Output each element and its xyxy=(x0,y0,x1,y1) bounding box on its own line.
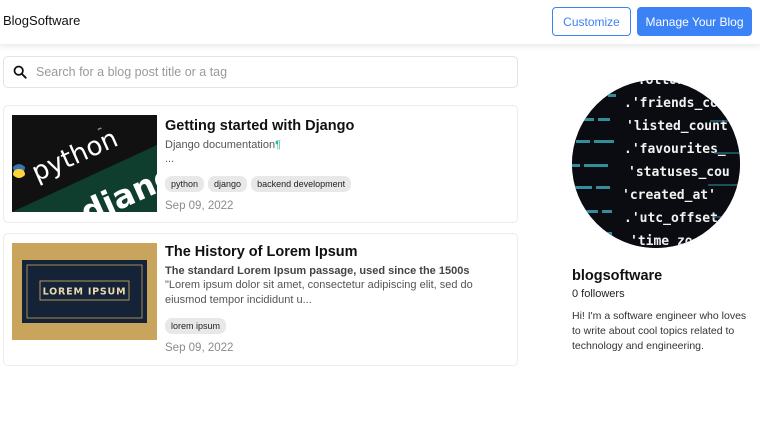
post-excerpt: "Lorem ipsum dolor sit amet, consectetur… xyxy=(165,279,473,306)
post-thumbnail-lorem[interactable]: LOREM IPSUM xyxy=(12,243,157,340)
post-thumbnail-django[interactable]: python ™ django xyxy=(12,115,157,212)
python-logo-icon xyxy=(13,164,25,178)
profile-avatar: 'followers_ .'friends_cou 'listed_count … xyxy=(572,80,740,248)
svg-text:LOREM IPSUM: LOREM IPSUM xyxy=(43,287,127,298)
customize-button[interactable]: Customize xyxy=(552,7,631,36)
tag-chip[interactable]: backend development xyxy=(251,176,352,192)
tag-list: lorem ipsum xyxy=(165,318,505,334)
profile-info: blogsoftware 0 followers Hi! I'm a softw… xyxy=(572,268,752,354)
profile-bio: Hi! I'm a software engineer who loves to… xyxy=(572,310,747,352)
search-input[interactable] xyxy=(36,65,496,79)
post-date: Sep 09, 2022 xyxy=(165,342,234,354)
pilcrow-mark: ¶ xyxy=(275,139,281,151)
post-title[interactable]: Getting started with Django xyxy=(165,117,505,135)
svg-text:.'favourites_: .'favourites_ xyxy=(624,142,726,157)
python-django-image: python ™ django xyxy=(12,115,157,212)
search-bar xyxy=(3,56,518,88)
brand-logo-text[interactable]: BlogSoftware xyxy=(3,13,80,28)
tag-chip[interactable]: lorem ipsum xyxy=(165,318,227,334)
tag-list: python django backend development xyxy=(165,176,505,192)
search-icon xyxy=(13,65,27,79)
tag-chip[interactable]: django xyxy=(208,176,248,192)
top-navbar: BlogSoftware Customize Manage Your Blog xyxy=(0,0,760,44)
svg-text:'statuses_cou: 'statuses_cou xyxy=(628,165,730,180)
code-screen-image: 'followers_ .'friends_cou 'listed_count … xyxy=(572,80,740,248)
follower-count: 0 followers xyxy=(572,288,625,300)
lorem-ipsum-image: LOREM IPSUM xyxy=(12,243,157,340)
post-date: Sep 09, 2022 xyxy=(165,200,234,212)
post-excerpt: ... xyxy=(165,153,175,165)
post-card[interactable]: python ™ django Getting started with Dja… xyxy=(3,105,518,223)
svg-text:'time_zo: 'time_zo xyxy=(630,234,693,248)
post-subtitle: The standard Lorem Ipsum passage, used s… xyxy=(165,265,470,277)
tag-chip[interactable]: python xyxy=(165,176,205,192)
svg-text:'created_at': 'created_at' xyxy=(622,188,716,203)
svg-text:.'utc_offset: .'utc_offset xyxy=(624,211,718,226)
svg-text:.'friends_cou: .'friends_cou xyxy=(624,96,726,111)
svg-text:'followers_: 'followers_ xyxy=(630,80,716,88)
post-subtitle: Django documentation¶ xyxy=(165,139,281,151)
manage-blog-button[interactable]: Manage Your Blog xyxy=(637,7,752,36)
post-card[interactable]: LOREM IPSUM The History of Lorem Ipsum T… xyxy=(3,233,518,366)
profile-name[interactable]: blogsoftware xyxy=(572,268,752,284)
post-title[interactable]: The History of Lorem Ipsum xyxy=(165,243,505,261)
